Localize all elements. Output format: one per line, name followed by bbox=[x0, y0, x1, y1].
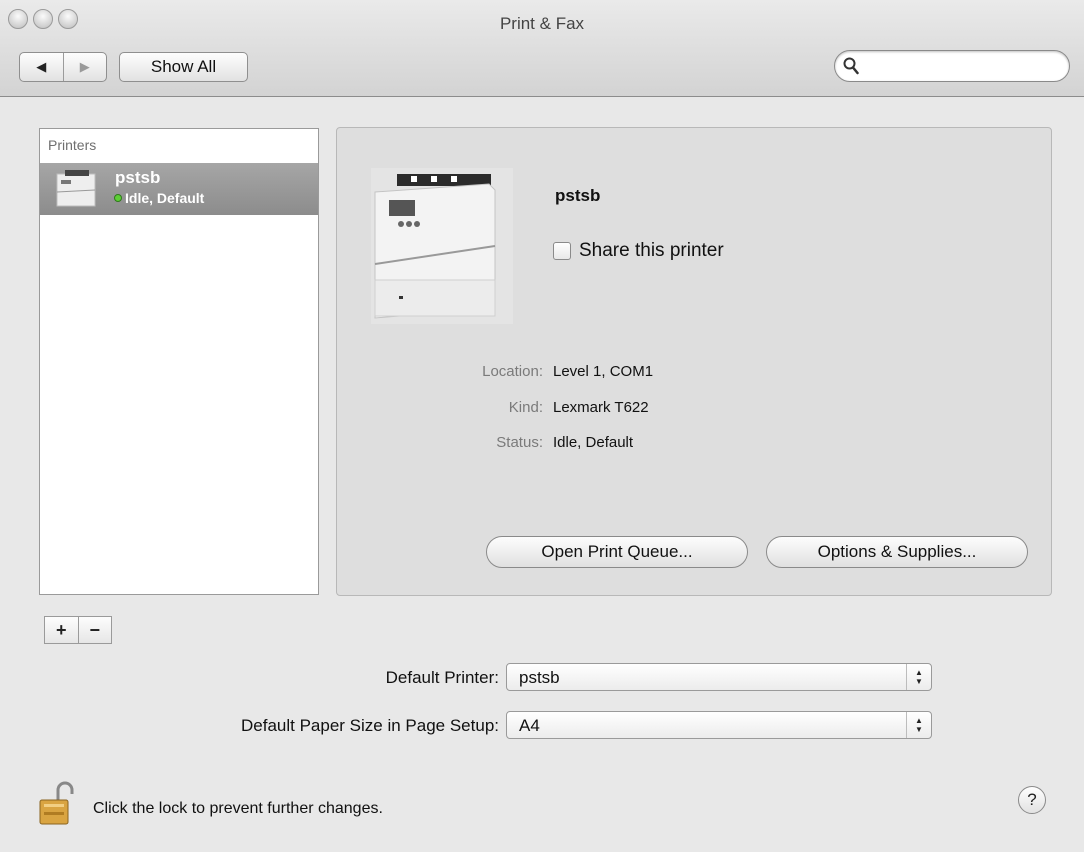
remove-printer-button[interactable]: − bbox=[77, 617, 112, 643]
default-paper-select[interactable]: A4 ▲ ▼ bbox=[506, 711, 932, 739]
location-label: Location: bbox=[482, 363, 543, 380]
status-label: Status: bbox=[496, 434, 543, 451]
add-remove-buttons: + − bbox=[44, 616, 112, 644]
forward-arrow-icon: ▶ bbox=[79, 59, 90, 74]
printer-detail-name: pstsb bbox=[555, 186, 601, 205]
printer-image bbox=[371, 168, 513, 324]
default-printer-row: Default Printer: pstsb ▲ ▼ bbox=[0, 663, 1084, 693]
printer-status: Idle, Default bbox=[125, 190, 205, 206]
search-icon bbox=[843, 57, 859, 75]
default-paper-row: Default Paper Size in Page Setup: A4 ▲ ▼ bbox=[0, 711, 1084, 741]
printer-list-header: Printers bbox=[48, 137, 97, 153]
share-printer-checkbox[interactable]: Share this printer bbox=[553, 240, 724, 262]
printer-detail-pane: pstsb Share this printer Location: Level… bbox=[336, 127, 1052, 596]
kind-value: Lexmark T622 bbox=[553, 399, 649, 416]
status-dot-icon bbox=[114, 194, 122, 202]
kind-label: Kind: bbox=[508, 399, 543, 416]
lock-message: Click the lock to prevent further change… bbox=[93, 800, 383, 817]
default-printer-select[interactable]: pstsb ▲ ▼ bbox=[506, 663, 932, 691]
location-value: Level 1, COM1 bbox=[553, 363, 654, 380]
default-printer-label: Default Printer: bbox=[385, 668, 499, 687]
default-printer-value: pstsb bbox=[519, 668, 560, 687]
navigation-buttons: ◀ ▶ bbox=[19, 52, 107, 82]
checkbox-box[interactable] bbox=[553, 242, 571, 260]
open-print-queue-button[interactable]: Open Print Queue... bbox=[486, 536, 748, 568]
show-all-button[interactable]: Show All bbox=[119, 52, 248, 82]
back-button[interactable]: ◀ bbox=[20, 53, 63, 81]
status-value: Idle, Default bbox=[553, 434, 634, 451]
default-paper-label: Default Paper Size in Page Setup: bbox=[241, 716, 499, 735]
add-printer-button[interactable]: + bbox=[45, 617, 78, 643]
share-printer-label: Share this printer bbox=[579, 240, 724, 261]
select-arrows-icon: ▲ ▼ bbox=[906, 664, 931, 690]
printer-list: Printers pstsb Idle, Default bbox=[39, 128, 319, 595]
printer-name: pstsb bbox=[115, 168, 161, 187]
default-paper-value: A4 bbox=[519, 716, 540, 735]
printer-thumbnail-icon bbox=[56, 170, 96, 207]
window-title: Print & Fax bbox=[499, 14, 585, 33]
title-bar: Print & Fax ◀ ▶ Show All bbox=[0, 0, 1084, 97]
options-supplies-button[interactable]: Options & Supplies... bbox=[766, 536, 1028, 568]
search-field[interactable] bbox=[834, 50, 1070, 82]
select-arrows-icon: ▲ ▼ bbox=[906, 712, 931, 738]
lock-icon[interactable] bbox=[38, 780, 84, 826]
help-button[interactable]: ? bbox=[1018, 786, 1046, 814]
search-input[interactable] bbox=[865, 56, 1065, 78]
forward-button[interactable]: ▶ bbox=[62, 53, 107, 81]
printer-list-item[interactable]: pstsb Idle, Default bbox=[40, 163, 318, 215]
back-arrow-icon: ◀ bbox=[36, 59, 47, 74]
